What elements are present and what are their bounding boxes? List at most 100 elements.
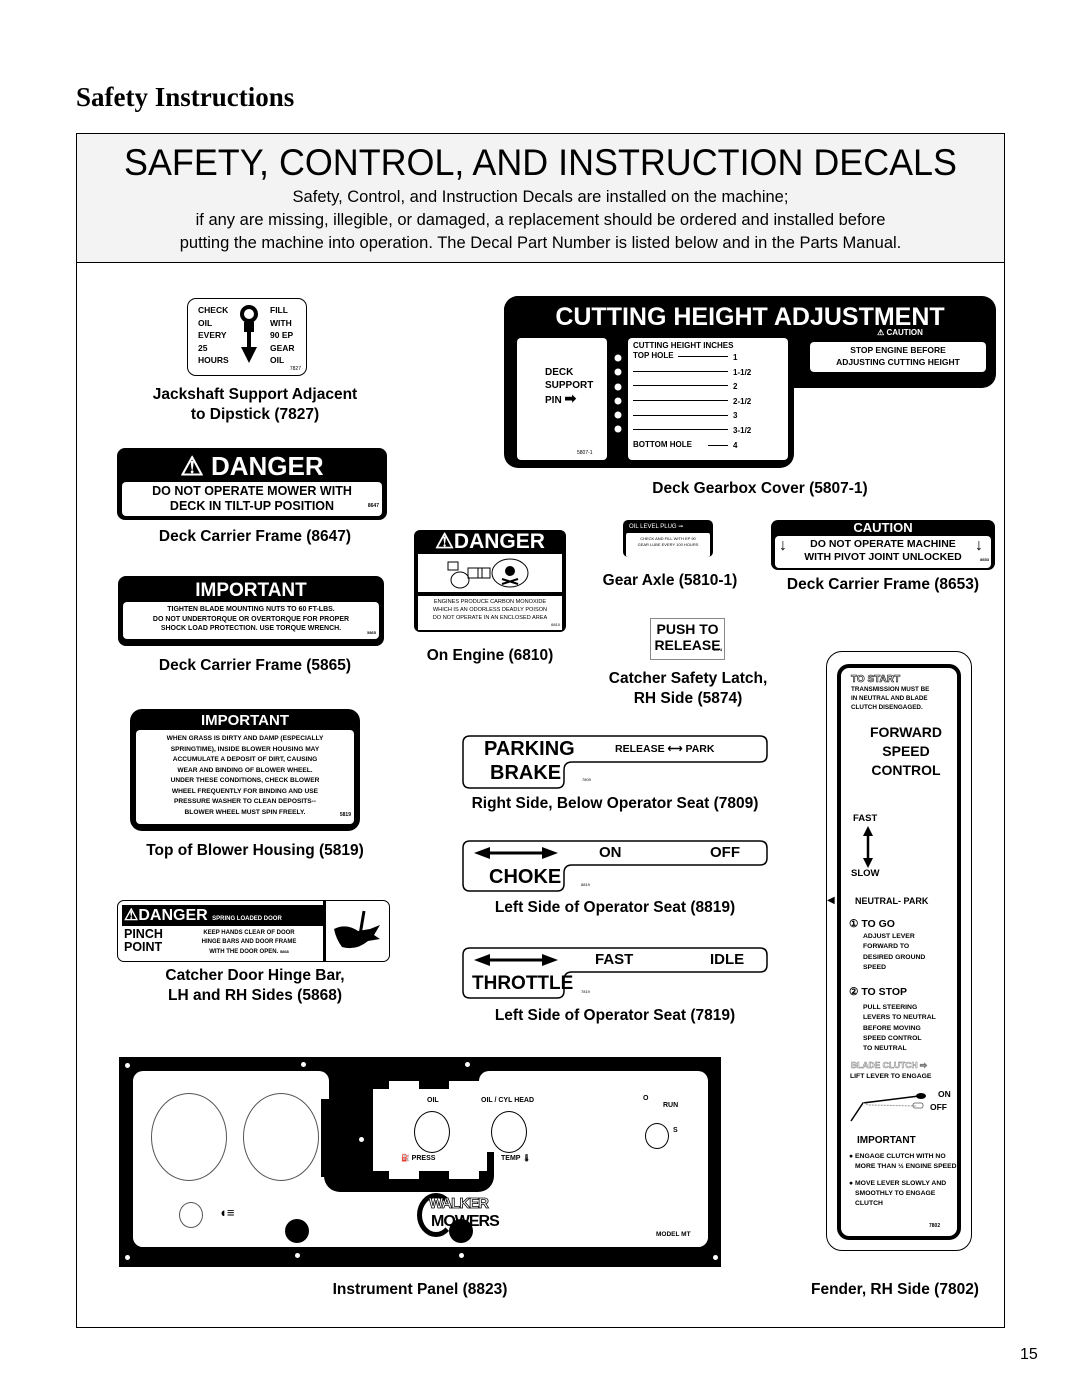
caption-line: Catcher Door Hinge Bar, [165, 967, 345, 984]
text-line: EVERY [198, 330, 227, 340]
on-label: ON [599, 844, 622, 861]
decal-5865: IMPORTANT TIGHTEN BLADE MOUNTING NUTS TO… [118, 576, 384, 646]
text-line: DO NOT OPERATE MOWER WITH [152, 484, 352, 498]
caution-box: STOP ENGINE BEFORE ADJUSTING CUTTING HEI… [810, 342, 986, 372]
oil-can-icon: ⛽ [401, 1155, 410, 1162]
screw-hole [301, 1062, 306, 1067]
text-line: LEVERS TO NEUTRAL [863, 1014, 936, 1022]
screw-hole [359, 1137, 364, 1142]
on-label: ON [938, 1089, 951, 1099]
divider [708, 445, 728, 446]
text-line: MOVE LEVER SLOWLY AND SMOOTHLY TO ENGAGE… [855, 1179, 947, 1208]
pin-panel: DECK SUPPORT PIN ➡ 5807-1 [517, 338, 607, 460]
mount-tab [285, 1219, 309, 1243]
height-value: 1 [733, 353, 738, 362]
text-line: UNDER THESE CONDITIONS, CHECK BLOWER [170, 777, 320, 784]
arrow-right-icon: ➞ [678, 524, 684, 530]
text-line: HOURS [198, 355, 229, 365]
parking-label: PARKING [484, 738, 575, 760]
warning-triangle-icon: ⚠ [435, 530, 454, 553]
arrow-down-icon: ↓ [779, 537, 787, 554]
text-line: HINGE BARS AND DOOR FRAME [201, 939, 297, 945]
part-number: 8653 [980, 557, 989, 562]
part-number: 5819 [339, 811, 351, 818]
double-arrow-icon: ⟷ [667, 743, 683, 755]
blower-message: WHEN GRASS IS DIRTY AND DAMP (ESPECIALLY… [136, 730, 354, 824]
to-start-heading: TO START [851, 674, 901, 686]
text-line: DO NOT OPERATE MACHINE [810, 538, 956, 550]
blade-clutch-lever-icon [850, 1093, 926, 1122]
part-number: 7827 [289, 366, 301, 372]
text-line: POINT [124, 940, 163, 954]
text-line: 25 [198, 342, 208, 353]
warning-triangle-icon: ⚠ [180, 451, 204, 481]
text-line: PRESSURE WASHER TO CLEAN DEPOSITS-- [173, 798, 317, 805]
danger-heading: ⚠DANGER [414, 530, 566, 554]
part-number: 5865 [367, 630, 376, 635]
text-line: WHICH IS AN ODORLESS DEADLY POISON [432, 607, 548, 613]
decal-7802-content: TO START TRANSMISSION MUST BE IN NEUTRAL… [851, 674, 961, 780]
divider [678, 356, 728, 357]
decals-title: SAFETY, CONTROL, AND INSTRUCTION DECALS [124, 142, 957, 183]
idle-label: IDLE [710, 951, 745, 968]
bottom-hole-label: BOTTOM HOLE [633, 440, 692, 449]
oil-level-plug-label: OIL LEVEL PLUG ➞ [623, 520, 713, 530]
decal-8653: CAUTION ↓ DO NOT OPERATE MACHINE WITH PI… [771, 520, 995, 570]
divider [633, 400, 728, 401]
caption-5865: Deck Carrier Frame (5865) [158, 657, 352, 674]
decal-6810: ⚠DANGER ENGINES PRODUCE CARBON MONOXIDE … [414, 530, 566, 632]
choke-label: CHOKE [489, 866, 562, 888]
text-line: WEAR AND BINDING OF BLOWER WHEEL. [177, 766, 313, 774]
caption-5810-1: Gear Axle (5810-1) [602, 572, 738, 589]
key-run-label: RUN [663, 1102, 679, 1109]
caption-8653: Deck Carrier Frame (8653) [786, 576, 980, 593]
bullet-item: ● MOVE LEVER SLOWLY AND SMOOTHLY TO ENGA… [849, 1179, 959, 1210]
text-line: DO NOT OPERATE IN AN ENCLOSED AREA [432, 615, 548, 621]
decal-8647: ⚠ DANGER DO NOT OPERATE MOWER WITH DECK … [117, 448, 387, 520]
forward-speed-control-title: FORWARD SPEED CONTROL [851, 723, 961, 780]
oil-press-label: ⛽ PRESS [401, 1154, 435, 1162]
text-line: FORWARD TO [863, 943, 910, 951]
cyl-head-label: OIL / CYL HEAD [481, 1097, 535, 1104]
model-label: MODEL MT [656, 1231, 691, 1238]
plate-tab [449, 1081, 479, 1179]
fill-with-text: FILL WITH 90 EP GEAR OIL [270, 304, 295, 367]
text-line: PIN [545, 395, 562, 406]
oil-level-text: CHECK AND FILL WITH EP 90 GEAR LUBE EVER… [626, 533, 710, 557]
off-label: OFF [930, 1102, 947, 1112]
co-warning-text: ENGINES PRODUCE CARBON MONOXIDE WHICH IS… [418, 596, 562, 630]
decal-5874: PUSH TO RELEASE 5874 [650, 618, 725, 660]
pointer-left-icon: ◀ [827, 895, 835, 906]
height-value: 3-1/2 [733, 425, 752, 435]
text-line: FORWARD [869, 724, 943, 740]
text-line: TIGHTEN BLADE MOUNTING NUTS TO 60 FT-LBS… [167, 606, 335, 613]
thermometer-icon: 🌡 [522, 1155, 532, 1162]
oil-pressure-light [414, 1111, 450, 1153]
heights-heading: CUTTING HEIGHT INCHES [633, 341, 734, 350]
decal-5807-1: CUTTING HEIGHT ADJUSTMENT ⚠ CAUTION STOP… [504, 296, 996, 468]
divider [633, 385, 728, 386]
release-park-indicator: RELEASE ⟷ PARK [615, 743, 714, 755]
section-title: Safety Instructions [76, 82, 295, 112]
height-value: 3 [733, 411, 738, 421]
text-line: DECK [545, 367, 574, 378]
decal-7802: ◀ TO START TRANSMISSION MUST BE IN NEUTR… [826, 651, 972, 1251]
text-line: OIL [270, 355, 285, 365]
park-label: PARK [685, 743, 715, 755]
text-line: OIL [198, 317, 213, 328]
caption-line: Jackshaft Support Adjacent [152, 386, 358, 403]
caption-5807-1: Deck Gearbox Cover (5807-1) [652, 480, 868, 497]
arrow-right-icon: ➡ [564, 390, 577, 406]
walker-mowers-logo: WALKER MOWERS [417, 1193, 529, 1239]
logo-mowers: MOWERS [431, 1213, 500, 1230]
header-line: if any are missing, illegible, or damage… [195, 211, 886, 229]
height-value: 2-1/2 [733, 396, 752, 406]
temp-label: TEMP [501, 1155, 521, 1162]
text-line: GEAR [270, 342, 295, 353]
brake-label: BRAKE [490, 762, 562, 784]
part-number: 7819 [581, 989, 590, 994]
danger-text: DANGER [453, 530, 545, 553]
screw-hole [459, 1253, 464, 1258]
header-line: Safety, Control, and Instruction Decals … [292, 188, 789, 206]
screw-hole [125, 1255, 130, 1260]
